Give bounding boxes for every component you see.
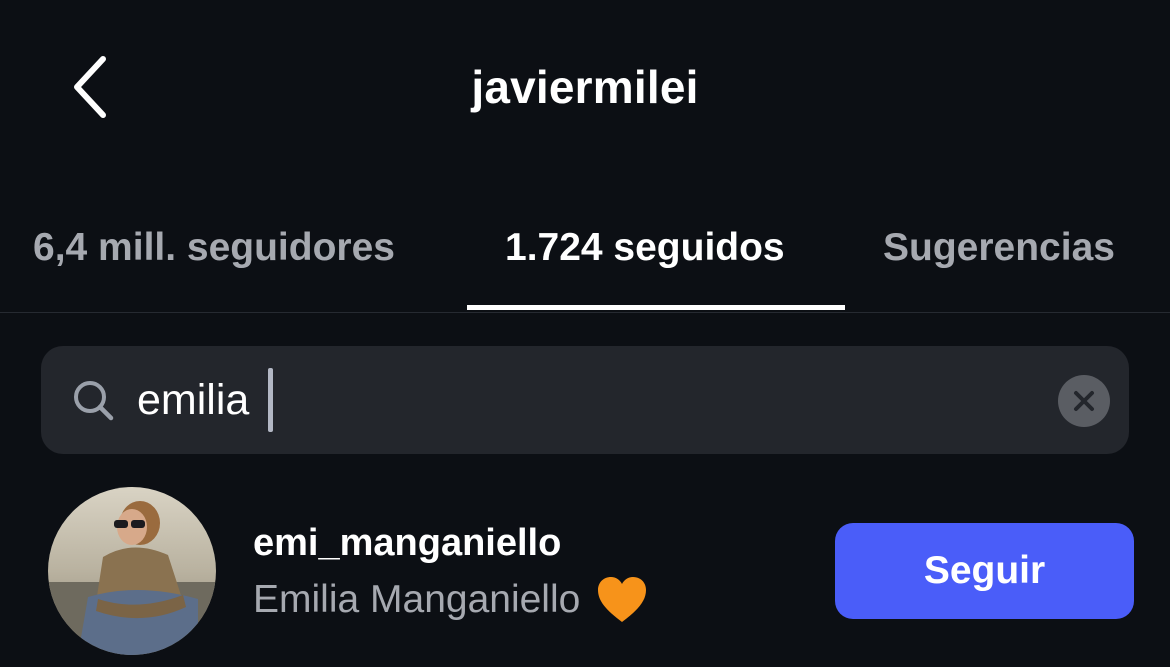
follow-tabs: 6,4 mill. seguidores 1.724 seguidos Suge…: [0, 205, 1170, 313]
tab-suggestions[interactable]: Sugerencias: [883, 223, 1115, 273]
clear-search-button[interactable]: [1058, 375, 1110, 427]
top-bar: javiermilei: [0, 0, 1170, 170]
result-full-name: Emilia Manganiello: [253, 576, 648, 624]
search-bar[interactable]: emilia: [41, 346, 1129, 454]
avatar-photo: [48, 487, 216, 655]
divider: [0, 312, 1170, 313]
follow-button[interactable]: Seguir: [835, 523, 1134, 619]
search-input[interactable]: emilia: [137, 370, 249, 430]
active-tab-indicator: [467, 305, 845, 310]
avatar[interactable]: [48, 487, 216, 655]
profile-username-title: javiermilei: [471, 61, 699, 113]
orange-heart-icon: [598, 577, 647, 622]
tab-following[interactable]: 1.724 seguidos: [505, 223, 785, 273]
list-item[interactable]: emi_manganiello Emilia Manganiello Segui…: [0, 480, 1170, 667]
result-full-name-text: Emilia Manganiello: [253, 578, 581, 621]
close-icon: [1074, 391, 1094, 411]
text-cursor: [268, 368, 273, 432]
result-username[interactable]: emi_manganiello: [253, 520, 561, 566]
tab-followers[interactable]: 6,4 mill. seguidores: [33, 223, 395, 273]
search-icon: [74, 381, 114, 421]
